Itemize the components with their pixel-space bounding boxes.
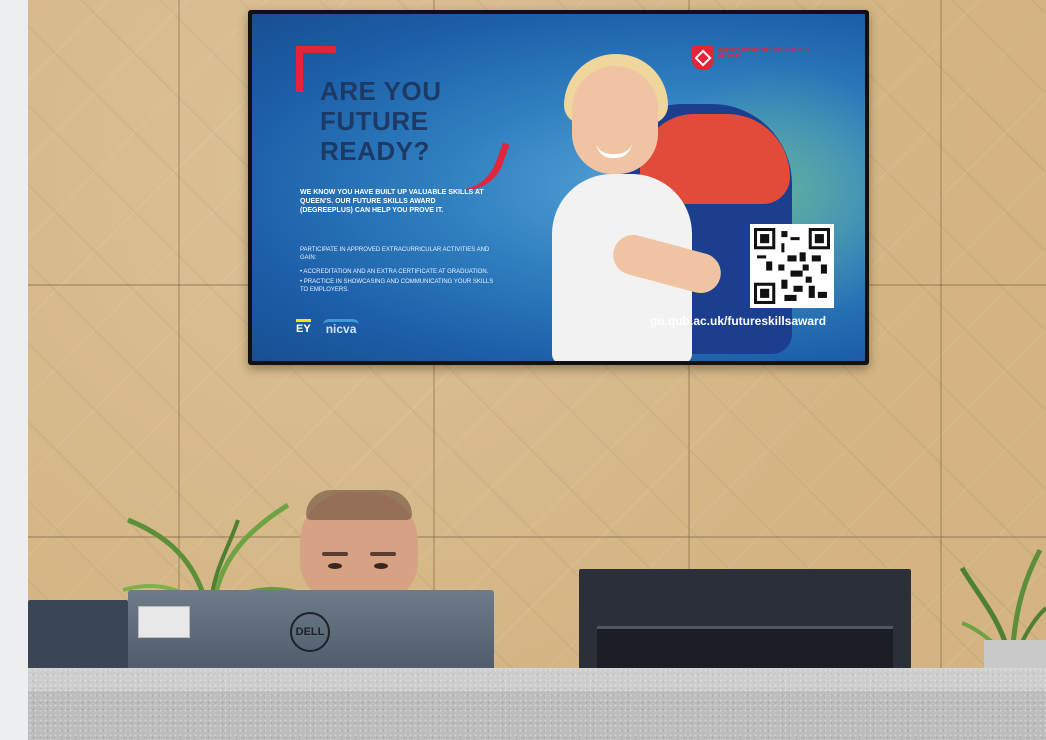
receptionist-eye <box>374 563 388 569</box>
asset-sticker <box>138 606 190 638</box>
poster-bullet: • ACCREDITATION AND AN EXTRA CERTIFICATE… <box>300 269 489 275</box>
qub-crest-icon <box>692 46 714 70</box>
tv-screen: ARE YOU FUTURE READY? WE KNOW YOU HAVE B… <box>252 14 865 361</box>
poster-subheading: PARTICIPATE IN APPROVED EXTRACURRICULAR … <box>300 247 490 261</box>
headline-line-1: ARE YOU <box>320 76 442 106</box>
wall-tv: ARE YOU FUTURE READY? WE KNOW YOU HAVE B… <box>248 10 869 365</box>
left-margin-strip <box>0 0 28 740</box>
poster-bullet: • PRACTICE IN SHOWCASING AND COMMUNICATI… <box>300 279 494 293</box>
receptionist-brow <box>370 552 396 556</box>
dell-logo: DELL <box>290 612 330 652</box>
qr-code-icon <box>754 228 830 304</box>
counter-edge <box>28 668 1046 691</box>
receptionist-brow <box>322 552 348 556</box>
nicva-logo: nicva <box>322 318 360 336</box>
poster-url: go.qub.ac.uk/futureskillsaward <box>650 314 827 328</box>
sponsor-logos: EY nicva <box>296 318 360 336</box>
poster-headline: ARE YOU FUTURE READY? <box>320 76 520 166</box>
receptionist-eye <box>328 563 342 569</box>
poster-bullets: • ACCREDITATION AND AN EXTRA CERTIFICATE… <box>300 268 500 296</box>
qr-code <box>750 224 834 308</box>
qub-wordmark: QUEEN'S UNIVERSITY BELFAST <box>718 48 772 60</box>
headline-line-2: FUTURE <box>320 106 429 136</box>
headline-line-3: READY? <box>320 136 430 166</box>
monitor-left <box>28 600 128 672</box>
receptionist-hair <box>306 490 412 520</box>
degreeplus-wordmark: DEGREE PLUS <box>774 48 810 54</box>
ey-logo: EY <box>296 319 311 335</box>
wall-seam <box>940 0 942 740</box>
poster-body-text: WE KNOW YOU HAVE BUILT UP VALUABLE SKILL… <box>300 189 484 214</box>
